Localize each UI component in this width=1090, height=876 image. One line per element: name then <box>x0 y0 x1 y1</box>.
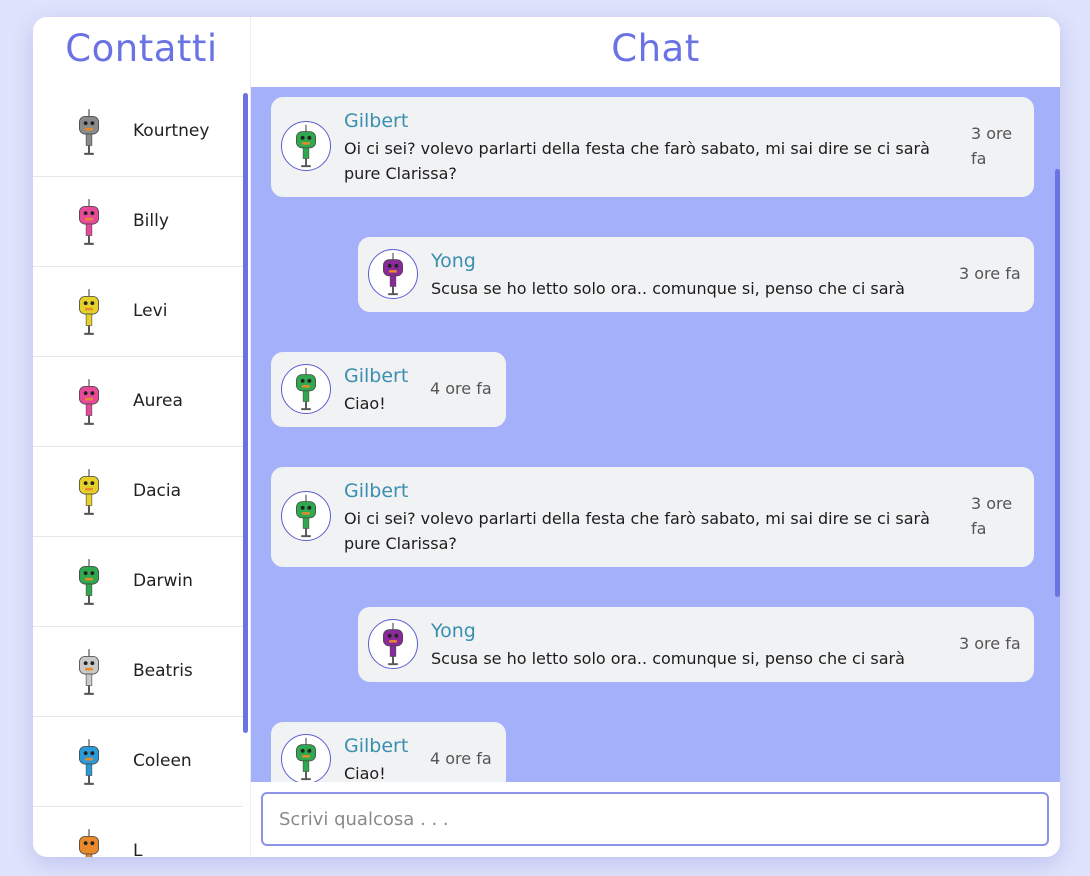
contact-item[interactable]: Billy <box>33 177 243 267</box>
robot-avatar-icon <box>78 289 100 335</box>
robot-avatar-icon <box>78 649 100 695</box>
message-bubble: Gilbert Oi ci sei? volevo parlarti della… <box>271 467 1034 567</box>
message-text: Oi ci sei? volevo parlarti della festa c… <box>344 509 930 553</box>
contact-item[interactable]: Kourtney <box>33 87 243 177</box>
robot-avatar-icon <box>78 559 100 605</box>
contacts-sidebar: Contatti Kourtney Billy Levi Aurea Dacia <box>33 17 251 857</box>
message-text: Ciao! <box>344 394 386 413</box>
contact-name: Billy <box>133 211 169 231</box>
message-text: Ciao! <box>344 764 386 782</box>
message-input[interactable] <box>261 792 1049 846</box>
message-time: 3 ore fa <box>959 634 1021 653</box>
contact-name: Levi <box>133 301 168 321</box>
contact-name: L <box>133 841 143 857</box>
message-text: Scusa se ho letto solo ora.. comunque si… <box>431 279 905 298</box>
robot-avatar-icon <box>281 121 331 171</box>
chat-title: Chat <box>611 27 700 70</box>
message-time: 4 ore fa <box>430 379 492 398</box>
message-composer <box>251 782 1060 857</box>
sidebar-scrollbar[interactable] <box>243 93 248 733</box>
message-sender: Gilbert <box>344 735 409 757</box>
robot-avatar-icon <box>281 491 331 541</box>
chat-messages[interactable]: Gilbert Oi ci sei? volevo parlarti della… <box>251 87 1060 782</box>
contact-item[interactable]: Aurea <box>33 357 243 447</box>
contact-item[interactable]: Levi <box>33 267 243 357</box>
chat-header: Chat <box>251 17 1060 87</box>
chat-app: Contatti Kourtney Billy Levi Aurea Dacia <box>33 17 1060 857</box>
chat-scrollbar[interactable] <box>1055 169 1060 597</box>
contact-name: Beatris <box>133 661 193 681</box>
message-time: 3 ore fa <box>971 124 1013 168</box>
contact-item[interactable]: Darwin <box>33 537 243 627</box>
message-bubble: Gilbert Ciao! 4 ore fa <box>271 352 506 427</box>
message-time: 3 ore fa <box>971 494 1013 538</box>
contact-item[interactable]: Dacia <box>33 447 243 537</box>
robot-avatar-icon <box>368 249 418 299</box>
contact-name: Darwin <box>133 571 193 591</box>
robot-avatar-icon <box>78 199 100 245</box>
message-time: 4 ore fa <box>430 749 492 768</box>
contact-name: Dacia <box>133 481 181 501</box>
robot-avatar-icon <box>78 469 100 515</box>
message-bubble: Gilbert Oi ci sei? volevo parlarti della… <box>271 97 1034 197</box>
message-text: Scusa se ho letto solo ora.. comunque si… <box>431 649 905 668</box>
contact-item[interactable]: Beatris <box>33 627 243 717</box>
contact-name: Aurea <box>133 391 183 411</box>
message-sender: Gilbert <box>344 110 409 132</box>
contact-item[interactable]: L <box>33 807 243 857</box>
robot-avatar-icon <box>78 829 100 857</box>
message-bubble: Yong Scusa se ho letto solo ora.. comunq… <box>358 237 1034 312</box>
message-sender: Yong <box>431 620 476 642</box>
robot-avatar-icon <box>78 109 100 155</box>
message-text: Oi ci sei? volevo parlarti della festa c… <box>344 139 930 183</box>
robot-avatar-icon <box>78 379 100 425</box>
contact-name: Coleen <box>133 751 192 771</box>
robot-avatar-icon <box>368 619 418 669</box>
contact-item[interactable]: Coleen <box>33 717 243 807</box>
message-sender: Yong <box>431 250 476 272</box>
message-sender: Gilbert <box>344 365 409 387</box>
message-bubble: Gilbert Ciao! 4 ore fa <box>271 722 506 782</box>
contacts-title: Contatti <box>65 27 218 70</box>
message-sender: Gilbert <box>344 480 409 502</box>
robot-avatar-icon <box>281 734 331 782</box>
contact-list[interactable]: Kourtney Billy Levi Aurea Dacia Darwin B… <box>33 87 243 857</box>
message-bubble: Yong Scusa se ho letto solo ora.. comunq… <box>358 607 1034 682</box>
message-time: 3 ore fa <box>959 264 1021 283</box>
contact-name: Kourtney <box>133 121 210 141</box>
robot-avatar-icon <box>78 739 100 785</box>
robot-avatar-icon <box>281 364 331 414</box>
